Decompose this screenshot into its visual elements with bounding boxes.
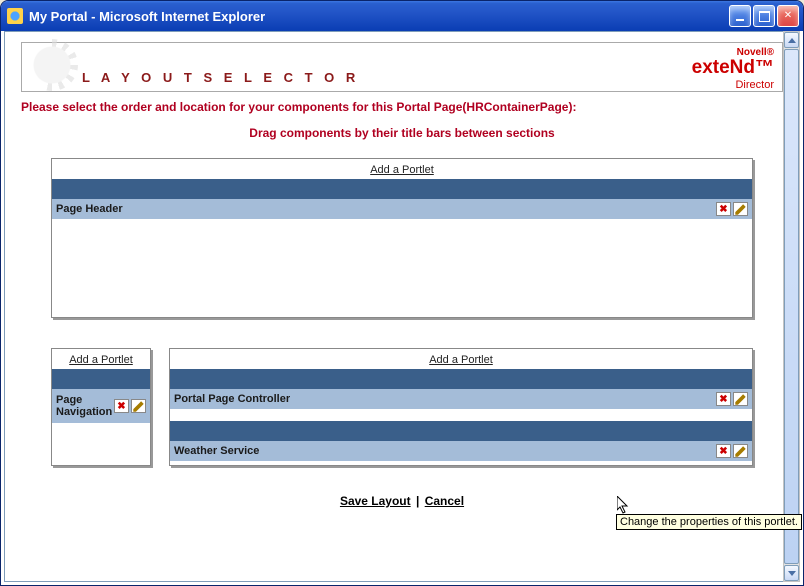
- section-spacer: [170, 461, 752, 465]
- portlet-drag-bar[interactable]: [52, 179, 752, 199]
- maximize-button[interactable]: [753, 5, 775, 27]
- section-empty-area: [52, 219, 752, 309]
- close-button[interactable]: [777, 5, 799, 27]
- add-portlet-left: Add a Portlet: [52, 349, 150, 369]
- delete-icon[interactable]: ✖: [716, 202, 731, 216]
- scroll-thumb[interactable]: [784, 49, 799, 564]
- titlebar[interactable]: My Portal - Microsoft Internet Explorer: [1, 1, 803, 31]
- add-portlet-link[interactable]: Add a Portlet: [69, 354, 133, 366]
- portlet-titlebar[interactable]: Page Navigation ✖: [52, 389, 150, 423]
- portlet-drag-bar[interactable]: [52, 369, 150, 389]
- tooltip: Change the properties of this portlet.: [616, 514, 802, 530]
- window-controls: [729, 5, 799, 27]
- delete-icon[interactable]: ✖: [716, 392, 731, 406]
- window-title: My Portal - Microsoft Internet Explorer: [29, 9, 729, 24]
- portlet-titlebar[interactable]: Page Header ✖: [52, 199, 752, 219]
- browser-window: My Portal - Microsoft Internet Explorer …: [0, 0, 804, 586]
- page-content: L A Y O U T S E L E C T O R Novell® exte…: [5, 32, 799, 516]
- brand-director: Director: [692, 79, 774, 91]
- edit-icon[interactable]: [733, 202, 748, 216]
- cancel-link[interactable]: Cancel: [425, 494, 464, 508]
- layout-section-top[interactable]: Add a Portlet Page Header ✖: [51, 158, 753, 318]
- scroll-down-button[interactable]: [784, 565, 799, 581]
- drag-note: Drag components by their title bars betw…: [21, 126, 783, 140]
- vertical-scrollbar[interactable]: [783, 31, 800, 582]
- portlet-titlebar[interactable]: Weather Service ✖: [170, 441, 752, 461]
- delete-icon[interactable]: ✖: [114, 399, 129, 413]
- separator: |: [416, 494, 419, 508]
- section-spacer: [170, 409, 752, 421]
- portlet-title: Portal Page Controller: [174, 393, 716, 405]
- edit-icon[interactable]: [733, 444, 748, 458]
- save-layout-link[interactable]: Save Layout: [340, 494, 411, 508]
- footer-actions: Save Layout | Cancel: [21, 494, 783, 508]
- page-title: L A Y O U T S E L E C T O R: [82, 70, 359, 85]
- add-portlet-right: Add a Portlet: [170, 349, 752, 369]
- add-portlet-link[interactable]: Add a Portlet: [429, 354, 493, 366]
- minimize-button[interactable]: [729, 5, 751, 27]
- edit-icon[interactable]: [733, 392, 748, 406]
- header-banner: L A Y O U T S E L E C T O R Novell® exte…: [21, 42, 783, 92]
- scroll-up-button[interactable]: [784, 32, 799, 48]
- brand-extend: exteNd™: [692, 58, 774, 79]
- portlet-drag-bar[interactable]: [170, 369, 752, 389]
- portlet-title: Page Header: [56, 203, 716, 215]
- edit-icon[interactable]: [131, 399, 146, 413]
- brand-logo: Novell® exteNd™ Director: [692, 47, 774, 91]
- layout-section-right[interactable]: Add a Portlet Portal Page Controller ✖: [169, 348, 753, 466]
- layout-columns: Add a Portlet Page Navigation ✖: [51, 348, 753, 466]
- portlet-title: Page Navigation: [56, 394, 114, 418]
- add-portlet-top: Add a Portlet: [52, 159, 752, 179]
- ie-icon: [7, 8, 23, 24]
- portlet-titlebar[interactable]: Portal Page Controller ✖: [170, 389, 752, 409]
- add-portlet-link[interactable]: Add a Portlet: [370, 164, 434, 176]
- delete-icon[interactable]: ✖: [716, 444, 731, 458]
- gear-icon: [26, 39, 78, 91]
- portlet-title: Weather Service: [174, 445, 716, 457]
- portlet-drag-bar[interactable]: [170, 421, 752, 441]
- layout-section-left[interactable]: Add a Portlet Page Navigation ✖: [51, 348, 151, 466]
- client-area: L A Y O U T S E L E C T O R Novell® exte…: [4, 31, 800, 582]
- instruction-text: Please select the order and location for…: [21, 100, 783, 114]
